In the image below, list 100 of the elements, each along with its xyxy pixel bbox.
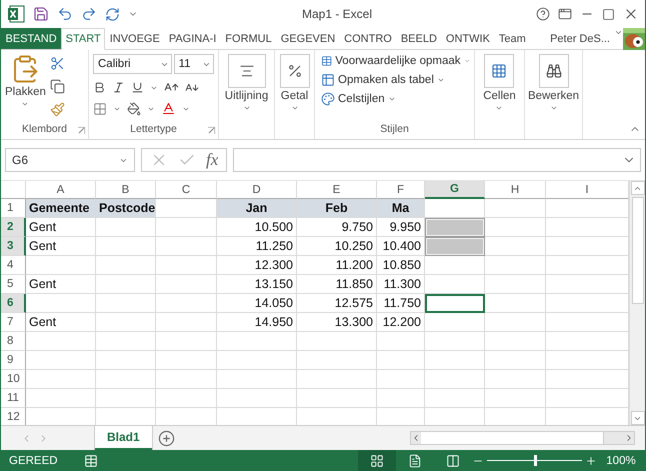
grid-view-button[interactable] [358,450,396,471]
column-header[interactable]: A [26,181,96,199]
table-cell[interactable] [96,370,156,389]
table-cell[interactable] [96,294,156,313]
table-cell[interactable] [485,294,546,313]
shaded-cell[interactable] [425,237,485,256]
table-cell[interactable] [156,370,217,389]
row-header[interactable]: 4 [1,256,26,275]
table-cell[interactable]: 11.300 [377,275,425,294]
table-cell[interactable] [546,199,629,218]
table-cell[interactable] [377,370,425,389]
table-cell[interactable]: 9.950 [377,218,425,237]
table-cell[interactable] [546,237,629,256]
header-cell[interactable]: Gemeente [26,199,96,218]
table-cell[interactable] [96,237,156,256]
number-button[interactable]: Getal [280,54,310,123]
table-cell[interactable] [96,332,156,351]
column-header[interactable]: F [377,181,425,199]
styles-menu-item[interactable]: Opmaken als tabel [321,73,470,87]
column-header[interactable]: E [297,181,377,199]
header-cell[interactable]: Feb [297,199,377,218]
table-cell[interactable] [425,256,485,275]
table-cell[interactable] [156,313,217,332]
redo-icon[interactable] [81,6,97,22]
table-cell[interactable]: Gent [26,218,96,237]
table-cell[interactable] [425,332,485,351]
table-cell[interactable] [96,256,156,275]
copy-icon[interactable] [50,79,65,94]
table-cell[interactable]: 11.200 [297,256,377,275]
table-cell[interactable] [96,275,156,294]
table-cell[interactable] [485,237,546,256]
dialog-launcher-icon[interactable] [208,127,215,134]
alignment-button[interactable]: Uitlijning [224,54,268,123]
active-cell[interactable] [425,294,485,313]
row-header[interactable]: 9 [1,351,26,370]
table-cell[interactable] [156,275,217,294]
table-cell[interactable]: 9.750 [297,218,377,237]
column-header[interactable]: G [425,181,485,199]
table-cell[interactable]: 12.575 [297,294,377,313]
table-cell[interactable] [546,351,629,370]
table-cell[interactable] [377,351,425,370]
italic-icon[interactable] [112,81,125,94]
styles-menu-item[interactable]: Celstijlen [321,92,470,106]
underline-icon[interactable] [131,81,144,94]
vertical-scrollbar[interactable] [629,181,645,425]
font-color-icon[interactable] [161,101,176,116]
row-header[interactable]: 3 [1,237,26,256]
table-cell[interactable] [485,332,546,351]
table-cell[interactable] [425,370,485,389]
table-cell[interactable]: 13.150 [217,275,297,294]
table-cell[interactable] [156,237,217,256]
table-cell[interactable]: 10.400 [377,237,425,256]
table-cell[interactable] [425,199,485,218]
table-cell[interactable] [485,351,546,370]
table-cell[interactable] [217,370,297,389]
row-header[interactable]: 7 [1,313,26,332]
horizontal-scrollbar[interactable] [410,431,635,445]
table-cell[interactable]: 12.200 [377,313,425,332]
row-header[interactable]: 5 [1,275,26,294]
table-cell[interactable] [425,351,485,370]
table-cell[interactable]: 11.850 [297,275,377,294]
table-cell[interactable] [156,294,217,313]
scissors-icon[interactable] [50,56,65,71]
row-header[interactable]: 10 [1,370,26,389]
table-cell[interactable]: 10.500 [217,218,297,237]
table-cell[interactable] [156,199,217,218]
table-cell[interactable] [217,332,297,351]
row-header[interactable]: 2 [1,218,26,237]
row-header[interactable]: 1 [1,199,26,218]
borders-icon[interactable] [93,102,107,116]
table-cell[interactable] [156,332,217,351]
table-cell[interactable] [297,389,377,408]
table-cell[interactable] [546,389,629,408]
row-header[interactable]: 8 [1,332,26,351]
table-cell[interactable]: 10.250 [297,237,377,256]
table-cell[interactable] [297,351,377,370]
table-cell[interactable] [26,389,96,408]
table-cell[interactable] [546,275,629,294]
table-cell[interactable] [377,389,425,408]
table-cell[interactable] [156,351,217,370]
name-box[interactable]: G6 [5,148,135,172]
account-caret-icon[interactable] [614,28,623,37]
table-cell[interactable] [156,218,217,237]
file-tab[interactable]: BESTAND [1,28,62,49]
table-cell[interactable] [26,351,96,370]
fill-color-icon[interactable] [127,102,141,116]
table-cell[interactable]: 14.050 [217,294,297,313]
format-painter-icon[interactable] [50,102,65,117]
zoom-slider-thumb[interactable] [534,455,536,466]
table-cell[interactable] [485,370,546,389]
table-cell[interactable] [485,218,546,237]
save-icon[interactable] [33,6,49,22]
header-cell[interactable]: Ma [377,199,425,218]
table-cell[interactable] [425,389,485,408]
insert-function-button[interactable]: fx [206,150,218,170]
table-cell[interactable] [485,313,546,332]
table-cell[interactable] [297,332,377,351]
table-cell[interactable]: Gent [26,275,96,294]
undo-icon[interactable] [57,6,73,22]
row-header[interactable]: 6 [1,294,26,313]
